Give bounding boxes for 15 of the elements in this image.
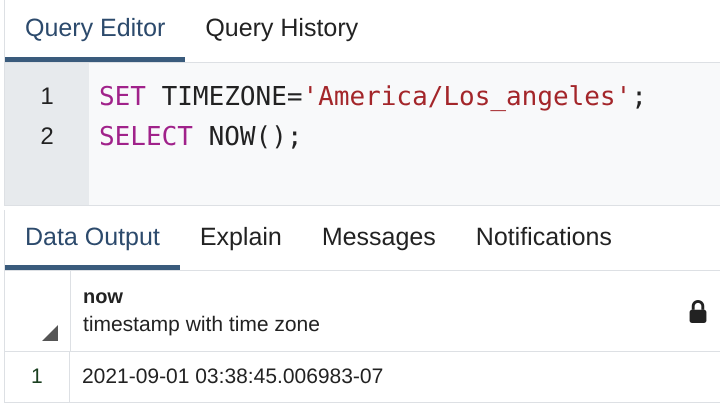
line-number: 2: [40, 122, 54, 152]
output-tab[interactable]: Notifications: [456, 210, 632, 270]
output-tab[interactable]: Explain: [180, 210, 302, 270]
line-number: 1: [40, 82, 54, 112]
column-header[interactable]: now timestamp with time zone: [71, 271, 720, 351]
output-tab[interactable]: Messages: [302, 210, 456, 270]
table-cell[interactable]: 2021-09-01 03:38:45.006983-07: [70, 352, 384, 402]
output-tab[interactable]: Data Output: [5, 210, 180, 270]
resize-corner-icon[interactable]: [42, 325, 58, 341]
row-number: 1: [5, 352, 70, 402]
column-name: now: [83, 286, 124, 308]
column-type: timestamp with time zone: [83, 312, 320, 336]
editor-tab[interactable]: Query History: [185, 0, 378, 62]
code-line: SELECT NOW();: [99, 122, 302, 152]
code-line: SET TIMEZONE='America/Los_angeles';: [99, 82, 647, 112]
